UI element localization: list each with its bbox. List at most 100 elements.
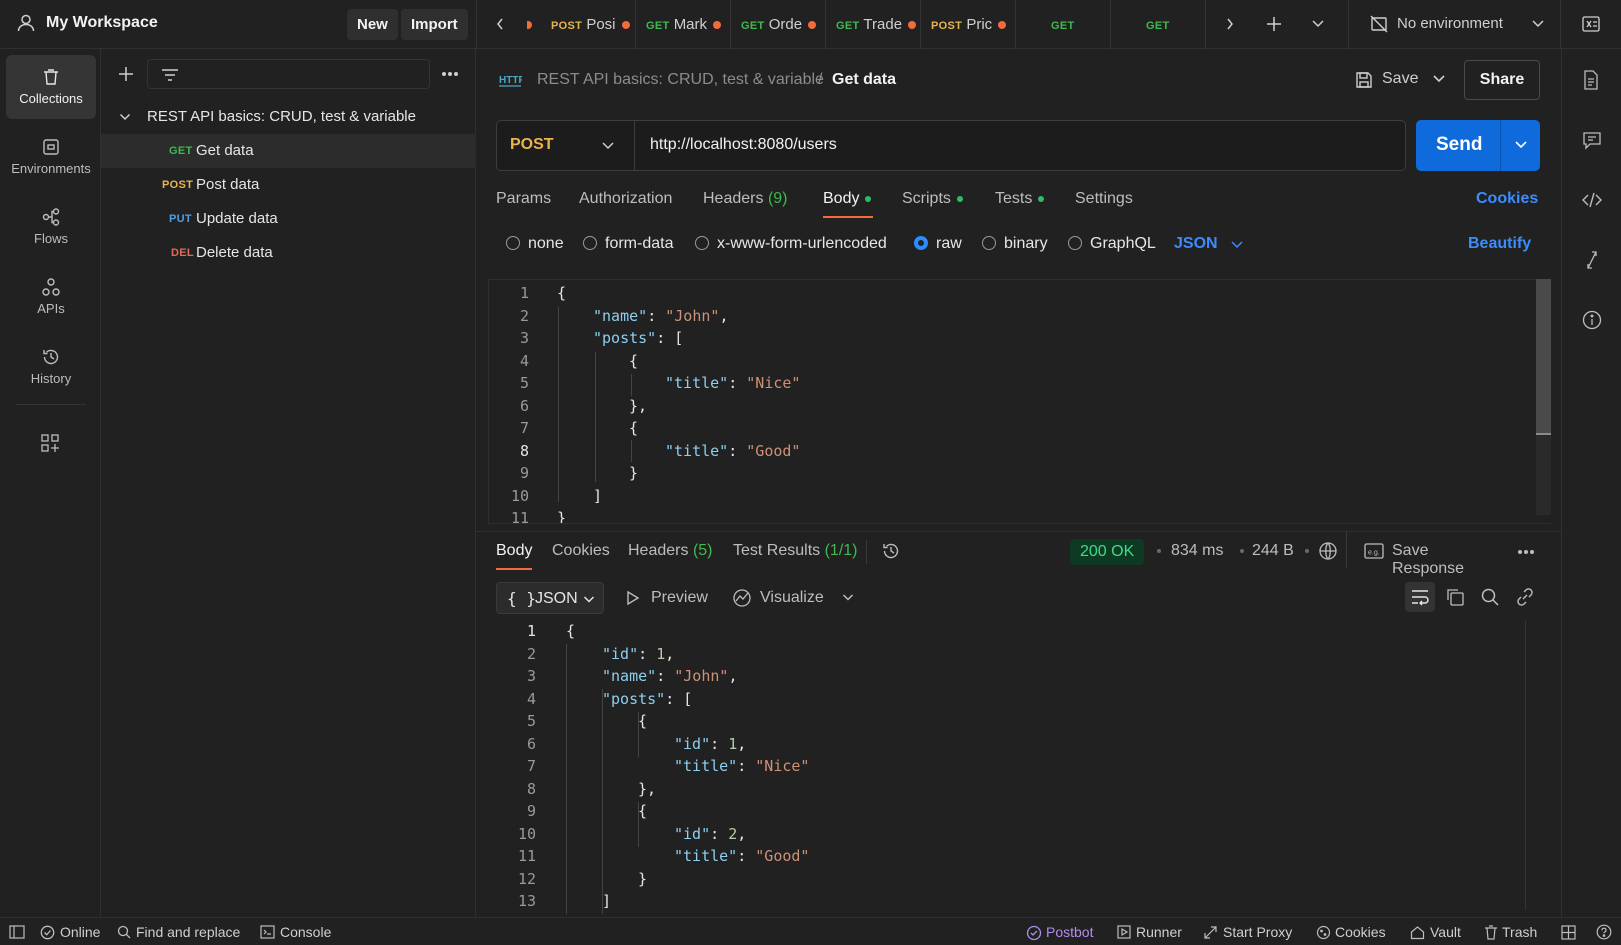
- cookies-button[interactable]: Cookies: [1335, 924, 1386, 940]
- response-tab-headers[interactable]: Headers (5): [628, 542, 713, 560]
- editor-scrollbar[interactable]: [1536, 279, 1551, 515]
- response-history-icon[interactable]: [881, 541, 901, 561]
- code-icon[interactable]: [1582, 190, 1602, 210]
- response-tab-body[interactable]: Body: [496, 542, 532, 560]
- share-button[interactable]: Share: [1464, 60, 1540, 100]
- online-status[interactable]: Online: [60, 924, 100, 940]
- chevron-down-icon[interactable]: [119, 112, 131, 122]
- save-button[interactable]: Save: [1350, 61, 1420, 99]
- help-icon[interactable]: [1596, 924, 1612, 940]
- network-globe-icon[interactable]: [1318, 541, 1338, 561]
- vault-button[interactable]: Vault: [1430, 924, 1461, 940]
- trash-button[interactable]: Trash: [1502, 924, 1537, 940]
- link-icon[interactable]: [1515, 587, 1535, 607]
- more-options-icon[interactable]: [441, 71, 459, 77]
- body-option-raw[interactable]: raw: [914, 235, 962, 253]
- collection-request-item[interactable]: GET Get data: [101, 134, 476, 168]
- request-body-editor[interactable]: 1 2 3 4 5 6 7 8 9 10 11 { "name": "John"…: [488, 279, 1551, 524]
- rail-apis[interactable]: APIs: [6, 265, 96, 329]
- send-button[interactable]: Send: [1416, 120, 1540, 171]
- visualize-chevron-down-icon[interactable]: [842, 593, 854, 602]
- rail-collections[interactable]: Collections: [6, 55, 96, 119]
- pane-divider[interactable]: [476, 531, 1561, 532]
- save-response-button[interactable]: e.g. Save Response: [1364, 540, 1504, 577]
- beautify-link[interactable]: Beautify: [1468, 235, 1531, 253]
- tab-request[interactable]: GET Orde: [731, 0, 826, 49]
- related-collections-icon[interactable]: [1582, 250, 1602, 270]
- tab-params[interactable]: Params: [496, 190, 551, 208]
- user-icon[interactable]: [16, 13, 36, 33]
- tab-tests[interactable]: Tests: [995, 190, 1045, 208]
- method-selector[interactable]: POST: [497, 121, 635, 170]
- tab-body[interactable]: Body: [823, 190, 872, 208]
- postbot-button[interactable]: Postbot: [1046, 924, 1093, 940]
- tab-headers[interactable]: Headers (9): [703, 190, 788, 208]
- variables-icon[interactable]: [1581, 14, 1601, 34]
- tab-settings[interactable]: Settings: [1075, 190, 1133, 208]
- save-options-chevron-down-icon[interactable]: [1432, 74, 1446, 84]
- console-button[interactable]: Console: [280, 924, 331, 940]
- body-format-select[interactable]: JSON: [1174, 235, 1218, 253]
- response-scrollbar-track[interactable]: [1525, 620, 1526, 910]
- tab-authorization[interactable]: Authorization: [579, 190, 672, 208]
- response-format-select[interactable]: { } JSON: [496, 582, 604, 614]
- runner-button[interactable]: Runner: [1136, 924, 1182, 940]
- response-time[interactable]: 834 ms: [1171, 542, 1223, 560]
- tab-scripts[interactable]: Scripts: [902, 190, 963, 208]
- find-replace-button[interactable]: Find and replace: [136, 924, 240, 940]
- toggle-sidebar-icon[interactable]: [9, 925, 25, 939]
- breadcrumb-parent[interactable]: REST API basics: CRUD, test & variable: [537, 71, 824, 89]
- request-name[interactable]: Get data: [832, 71, 896, 89]
- url-input[interactable]: http://localhost:8080/users: [650, 136, 837, 154]
- tab-request[interactable]: POST Posi: [541, 0, 636, 49]
- wrap-lines-button[interactable]: [1405, 582, 1435, 612]
- response-body-viewer[interactable]: 1 2 3 4 5 6 7 8 9 10 11 12 13 { "id": 1,…: [496, 620, 1526, 915]
- rail-history[interactable]: History: [6, 335, 96, 399]
- collection-request-item[interactable]: POST Post data: [101, 168, 476, 202]
- rail-flows[interactable]: Flows: [6, 195, 96, 259]
- preview-button[interactable]: Preview: [626, 587, 716, 609]
- layout-icon[interactable]: [1561, 925, 1576, 940]
- status-badge[interactable]: 200 OK: [1070, 539, 1145, 565]
- tab-request[interactable]: GET Trade: [826, 0, 921, 49]
- format-chevron-down-icon[interactable]: [1230, 240, 1244, 250]
- import-button[interactable]: Import: [401, 9, 468, 40]
- configure-sidebar-icon[interactable]: [40, 433, 60, 453]
- visualize-button[interactable]: Visualize: [732, 586, 832, 610]
- response-tab-test-results[interactable]: Test Results (1/1): [733, 542, 858, 560]
- search-icon[interactable]: [1480, 587, 1500, 607]
- new-tab-plus-icon[interactable]: [1265, 15, 1283, 33]
- rail-environments[interactable]: Environments: [6, 125, 96, 189]
- body-option-urlencoded[interactable]: x-www-form-urlencoded: [695, 235, 887, 253]
- info-icon[interactable]: [1582, 310, 1602, 330]
- tab-request[interactable]: GET: [1016, 0, 1111, 49]
- new-button[interactable]: New: [347, 9, 398, 40]
- collections-filter-input[interactable]: [147, 59, 430, 89]
- add-collection-plus-icon[interactable]: [117, 65, 135, 83]
- filter-icon[interactable]: [160, 67, 180, 83]
- comments-icon[interactable]: [1582, 130, 1602, 150]
- collection-request-item[interactable]: PUT Update data: [101, 202, 476, 236]
- cookies-link[interactable]: Cookies: [1476, 190, 1538, 208]
- documentation-icon[interactable]: [1582, 70, 1600, 90]
- tab-request[interactable]: GET: [1111, 0, 1206, 49]
- workspace-title[interactable]: My Workspace: [46, 14, 158, 32]
- tab-request[interactable]: GET Mark: [636, 0, 731, 49]
- response-size[interactable]: 244 B: [1252, 542, 1294, 560]
- environment-selector[interactable]: No environment: [1348, 0, 1561, 49]
- body-option-binary[interactable]: binary: [982, 235, 1048, 253]
- start-proxy-button[interactable]: Start Proxy: [1223, 924, 1292, 940]
- send-options-chevron-down-icon[interactable]: [1514, 140, 1528, 150]
- tab-scroll-left-icon[interactable]: [495, 16, 505, 32]
- tab-request[interactable]: POST Pric: [921, 0, 1016, 49]
- response-more-options-icon[interactable]: [1517, 549, 1535, 555]
- tab-list-chevron-down-icon[interactable]: [1311, 18, 1325, 30]
- scrollbar-thumb[interactable]: [1536, 279, 1551, 433]
- body-option-none[interactable]: none: [506, 235, 564, 253]
- tab-scroll-right-icon[interactable]: [1225, 16, 1235, 32]
- collection-request-item[interactable]: DEL Delete data: [101, 236, 476, 270]
- body-option-form-data[interactable]: form-data: [583, 235, 673, 253]
- collection-root[interactable]: REST API basics: CRUD, test & variable: [101, 100, 476, 134]
- body-option-graphql[interactable]: GraphQL: [1068, 235, 1156, 253]
- response-tab-cookies[interactable]: Cookies: [552, 542, 610, 560]
